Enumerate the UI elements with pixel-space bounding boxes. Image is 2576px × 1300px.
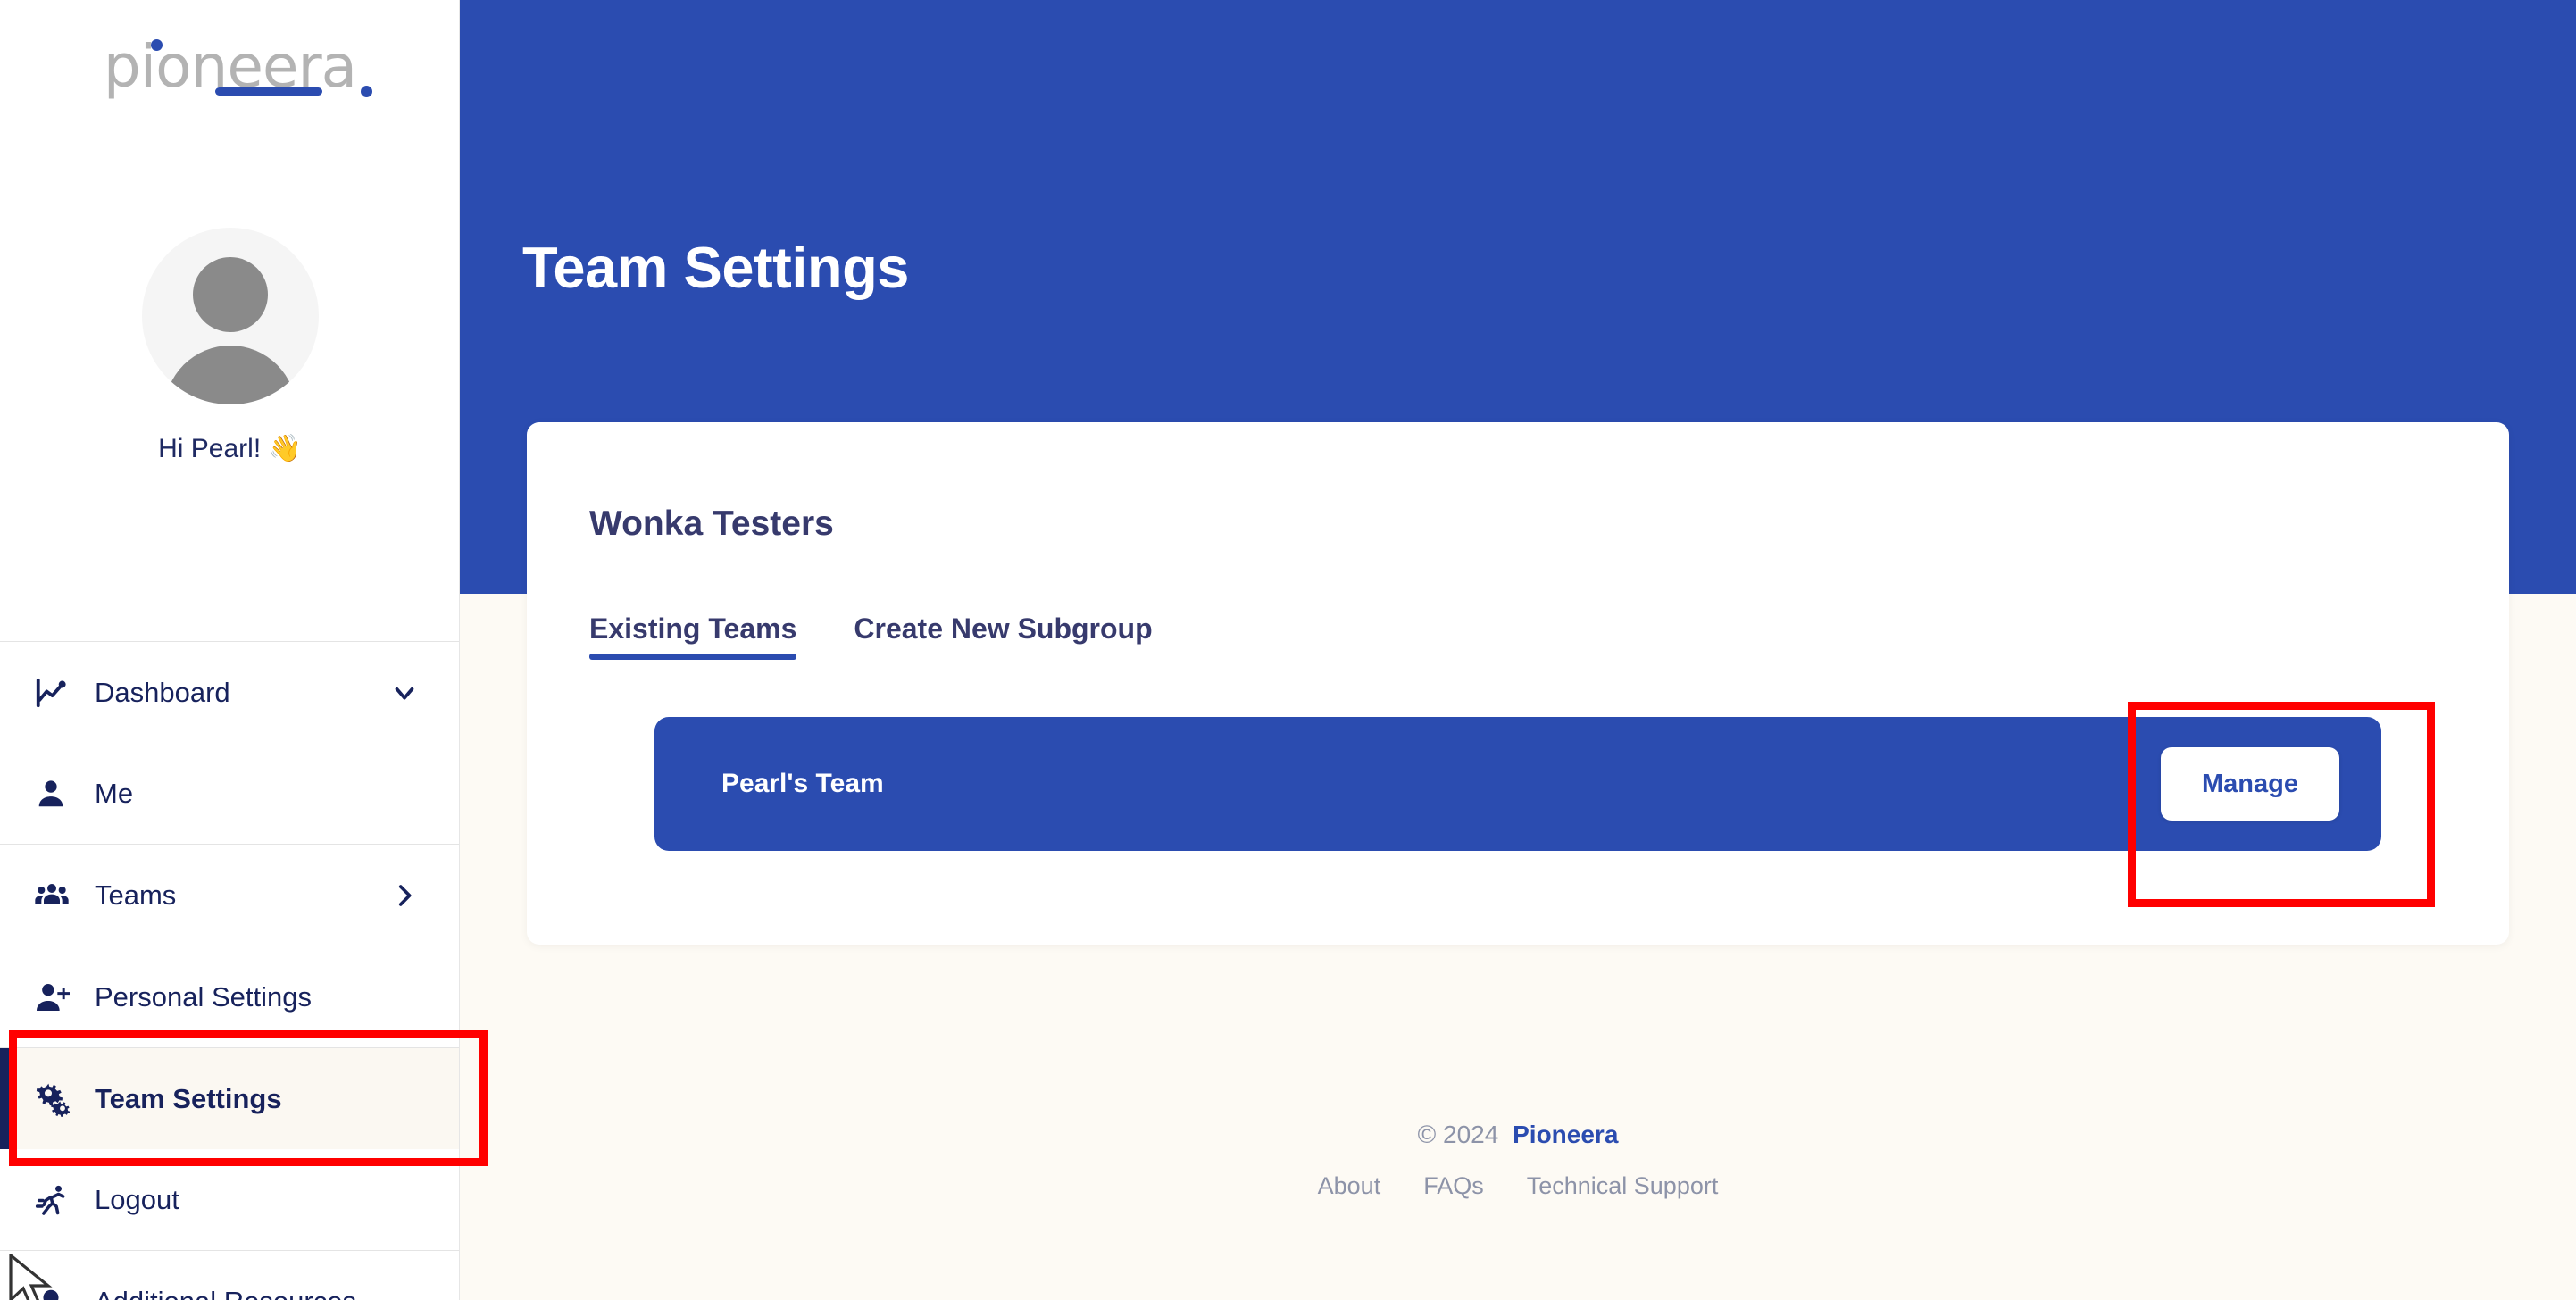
- company-name: Pioneera: [1513, 1121, 1619, 1148]
- chevron-down-icon[interactable]: [389, 678, 420, 708]
- tab-existing-teams[interactable]: Existing Teams: [589, 612, 797, 660]
- sidebar-item-label: Teams: [95, 879, 177, 911]
- footer-link-technical-support[interactable]: Technical Support: [1527, 1172, 1719, 1200]
- avatar-body-icon: [163, 346, 296, 404]
- avatar-head-icon: [192, 257, 268, 332]
- running-person-icon: [34, 1182, 75, 1218]
- team-list-item[interactable]: Pearl's Team Manage: [654, 717, 2381, 851]
- mouse-cursor-icon: [9, 1254, 53, 1300]
- sidebar-item-team-settings[interactable]: Team Settings: [0, 1048, 459, 1149]
- sidebar-item-teams[interactable]: Teams: [0, 845, 459, 946]
- sidebar-item-label: Team Settings: [95, 1082, 282, 1114]
- sidebar-item-additional-resources[interactable]: Additional Resources: [0, 1251, 459, 1300]
- sidebar-item-label: Additional Resources: [95, 1286, 356, 1300]
- footer-link-about[interactable]: About: [1318, 1172, 1381, 1200]
- brand-logo[interactable]: pioneera: [0, 38, 459, 97]
- tab-create-new-subgroup[interactable]: Create New Subgroup: [854, 612, 1152, 660]
- copyright: © 2024 Pioneera: [460, 1121, 2576, 1149]
- sidebar-item-label: Me: [95, 777, 134, 809]
- page-title: Team Settings: [522, 235, 909, 300]
- person-icon: [34, 777, 75, 811]
- copyright-symbol: ©: [1417, 1121, 1437, 1148]
- sidebar-item-logout[interactable]: Logout: [0, 1149, 459, 1250]
- sidebar-item-label: Personal Settings: [95, 980, 312, 1012]
- logo-dot-icon: [150, 39, 163, 51]
- team-settings-card: Wonka Testers Existing Teams Create New …: [527, 422, 2509, 945]
- manage-button[interactable]: Manage: [2161, 747, 2339, 821]
- people-group-icon: [34, 878, 75, 913]
- avatar[interactable]: [141, 228, 319, 404]
- copyright-year: 2024: [1443, 1121, 1499, 1148]
- user-profile-block: Hi Pearl! 👋: [0, 228, 459, 464]
- sidebar-item-me[interactable]: Me: [0, 743, 459, 844]
- tab-bar: Existing Teams Create New Subgroup: [589, 612, 1153, 660]
- sidebar-item-dashboard[interactable]: Dashboard: [0, 642, 459, 743]
- sidebar-item-label: Logout: [95, 1183, 179, 1215]
- gears-icon: [34, 1081, 75, 1117]
- footer-links: About FAQs Technical Support: [460, 1172, 2576, 1200]
- sidebar-nav: Dashboard Me Teams Personal Settings Tea…: [0, 641, 459, 1300]
- sidebar-item-label: Dashboard: [95, 676, 230, 708]
- main-content: Team Settings Wonka Testers Existing Tea…: [460, 0, 2576, 1300]
- footer-link-faqs[interactable]: FAQs: [1423, 1172, 1484, 1200]
- group-title: Wonka Testers: [589, 504, 834, 543]
- chart-line-icon: [34, 676, 75, 710]
- greeting-text: Hi Pearl! 👋: [158, 434, 302, 463]
- footer: © 2024 Pioneera About FAQs Technical Sup…: [460, 1121, 2576, 1200]
- team-name: Pearl's Team: [721, 769, 884, 798]
- person-add-icon: [34, 979, 75, 1015]
- sidebar-item-personal-settings[interactable]: Personal Settings: [0, 946, 459, 1047]
- chevron-right-icon[interactable]: [389, 880, 420, 911]
- logo-period-icon: [361, 86, 373, 97]
- logo-underline-icon: [214, 88, 322, 96]
- sidebar: pioneera Hi Pearl! 👋 Dashboard Me Teams …: [0, 0, 460, 1300]
